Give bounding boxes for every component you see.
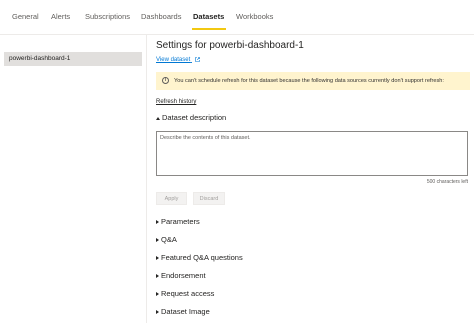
discard-button[interactable]: Discard [193, 192, 225, 205]
apply-button[interactable]: Apply [156, 192, 187, 205]
section-dataset-image[interactable]: Dataset Image [156, 307, 210, 316]
active-tab-indicator [192, 28, 226, 30]
tab-datasets[interactable]: Datasets [193, 12, 224, 21]
info-icon [162, 76, 169, 84]
section-qna[interactable]: Q&A [156, 235, 177, 244]
tab-workbooks[interactable]: Workbooks [236, 12, 273, 21]
settings-panel: Settings for powerbi-dashboard-1 View da… [156, 35, 470, 323]
tab-general[interactable]: General [12, 12, 39, 21]
caret-right-icon [156, 256, 159, 261]
section-featured-qna[interactable]: Featured Q&A questions [156, 253, 243, 262]
banner-text: You can't schedule refresh for this data… [174, 78, 444, 84]
page-title: Settings for powerbi-dashboard-1 [156, 40, 304, 51]
dataset-description-toggle[interactable]: Dataset description [156, 113, 226, 122]
character-count: 500 characters left [426, 179, 468, 185]
tab-alerts[interactable]: Alerts [51, 12, 70, 21]
section-request-access[interactable]: Request access [156, 289, 214, 298]
view-dataset-label: View dataset [156, 57, 191, 64]
section-label: Parameters [161, 217, 200, 226]
sidebar-item-powerbi-dashboard-1[interactable]: powerbi-dashboard-1 [4, 52, 142, 66]
section-label: Dataset Image [161, 307, 210, 316]
dataset-description-input[interactable] [156, 131, 468, 176]
refresh-history-link[interactable]: Refresh history [156, 99, 196, 105]
tab-dashboards[interactable]: Dashboards [141, 12, 181, 21]
settings-tabs: General Alerts Subscriptions Dashboards … [0, 0, 474, 34]
section-label: Request access [161, 289, 215, 298]
sidebar: powerbi-dashboard-1 [0, 35, 147, 323]
section-label: Q&A [161, 235, 177, 244]
caret-up-icon [156, 116, 160, 120]
caret-right-icon [156, 220, 159, 225]
external-link-icon [195, 57, 200, 62]
caret-right-icon [156, 292, 159, 297]
section-label: Featured Q&A questions [161, 253, 243, 262]
view-dataset-link[interactable]: View dataset [156, 57, 200, 63]
caret-right-icon [156, 310, 159, 315]
section-label: Dataset description [162, 113, 227, 122]
section-endorsement[interactable]: Endorsement [156, 271, 206, 280]
section-parameters[interactable]: Parameters [156, 217, 200, 226]
caret-right-icon [156, 238, 159, 243]
caret-right-icon [156, 274, 159, 279]
refresh-warning-banner: You can't schedule refresh for this data… [156, 72, 470, 90]
section-label: Endorsement [161, 271, 206, 280]
tab-subscriptions[interactable]: Subscriptions [85, 12, 130, 21]
